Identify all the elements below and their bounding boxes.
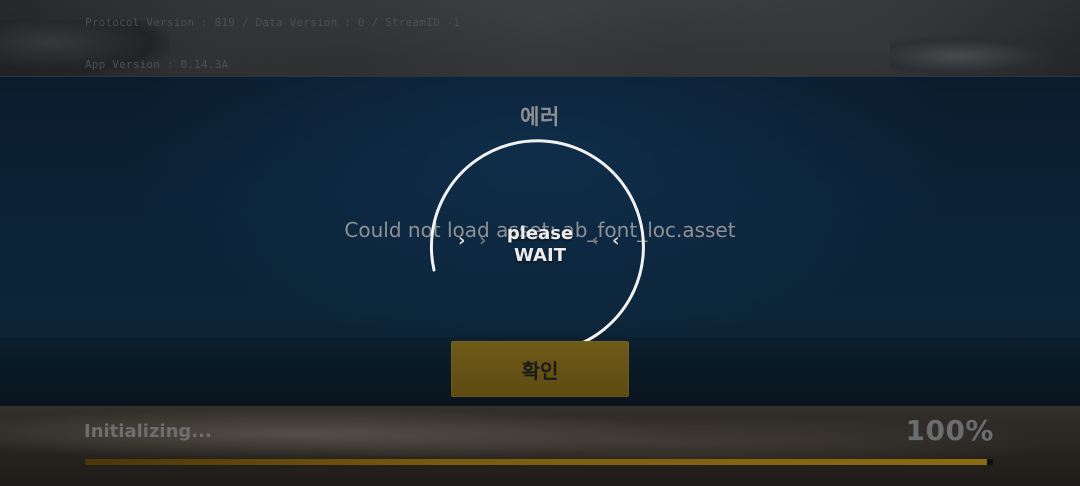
loading-status-text: Initializing... bbox=[84, 421, 212, 442]
modal-title: 에러 bbox=[520, 105, 560, 129]
chevron-right-icon: › bbox=[458, 230, 466, 251]
wait-text: WAIT bbox=[514, 245, 566, 266]
top-info-bar: Protocol Version : 819 / Data Version : … bbox=[0, 0, 1080, 77]
progress-bar-end-cap bbox=[987, 459, 993, 465]
chevron-left-icon: ‹ bbox=[612, 230, 620, 251]
game-screen: Protocol Version : 819 / Data Version : … bbox=[0, 0, 1080, 486]
chevron-left-faded-icon: ‹ bbox=[591, 230, 599, 251]
progress-bar-track bbox=[85, 459, 993, 465]
bottom-loading-area: Initializing... 100% bbox=[0, 406, 1080, 486]
progress-percentage: 100% bbox=[905, 414, 994, 447]
rock-background-right bbox=[890, 35, 1060, 77]
app-version-text: App Version : 0.14.3A bbox=[85, 58, 229, 71]
please-wait-label: please WAIT bbox=[487, 223, 593, 267]
chevron-right-faded-icon: › bbox=[479, 230, 487, 251]
confirm-button[interactable]: 확인 bbox=[451, 341, 629, 397]
progress-bar-fill bbox=[85, 459, 993, 465]
please-text: please bbox=[506, 223, 574, 244]
protocol-version-text: Protocol Version : 819 / Data Version : … bbox=[85, 16, 461, 29]
